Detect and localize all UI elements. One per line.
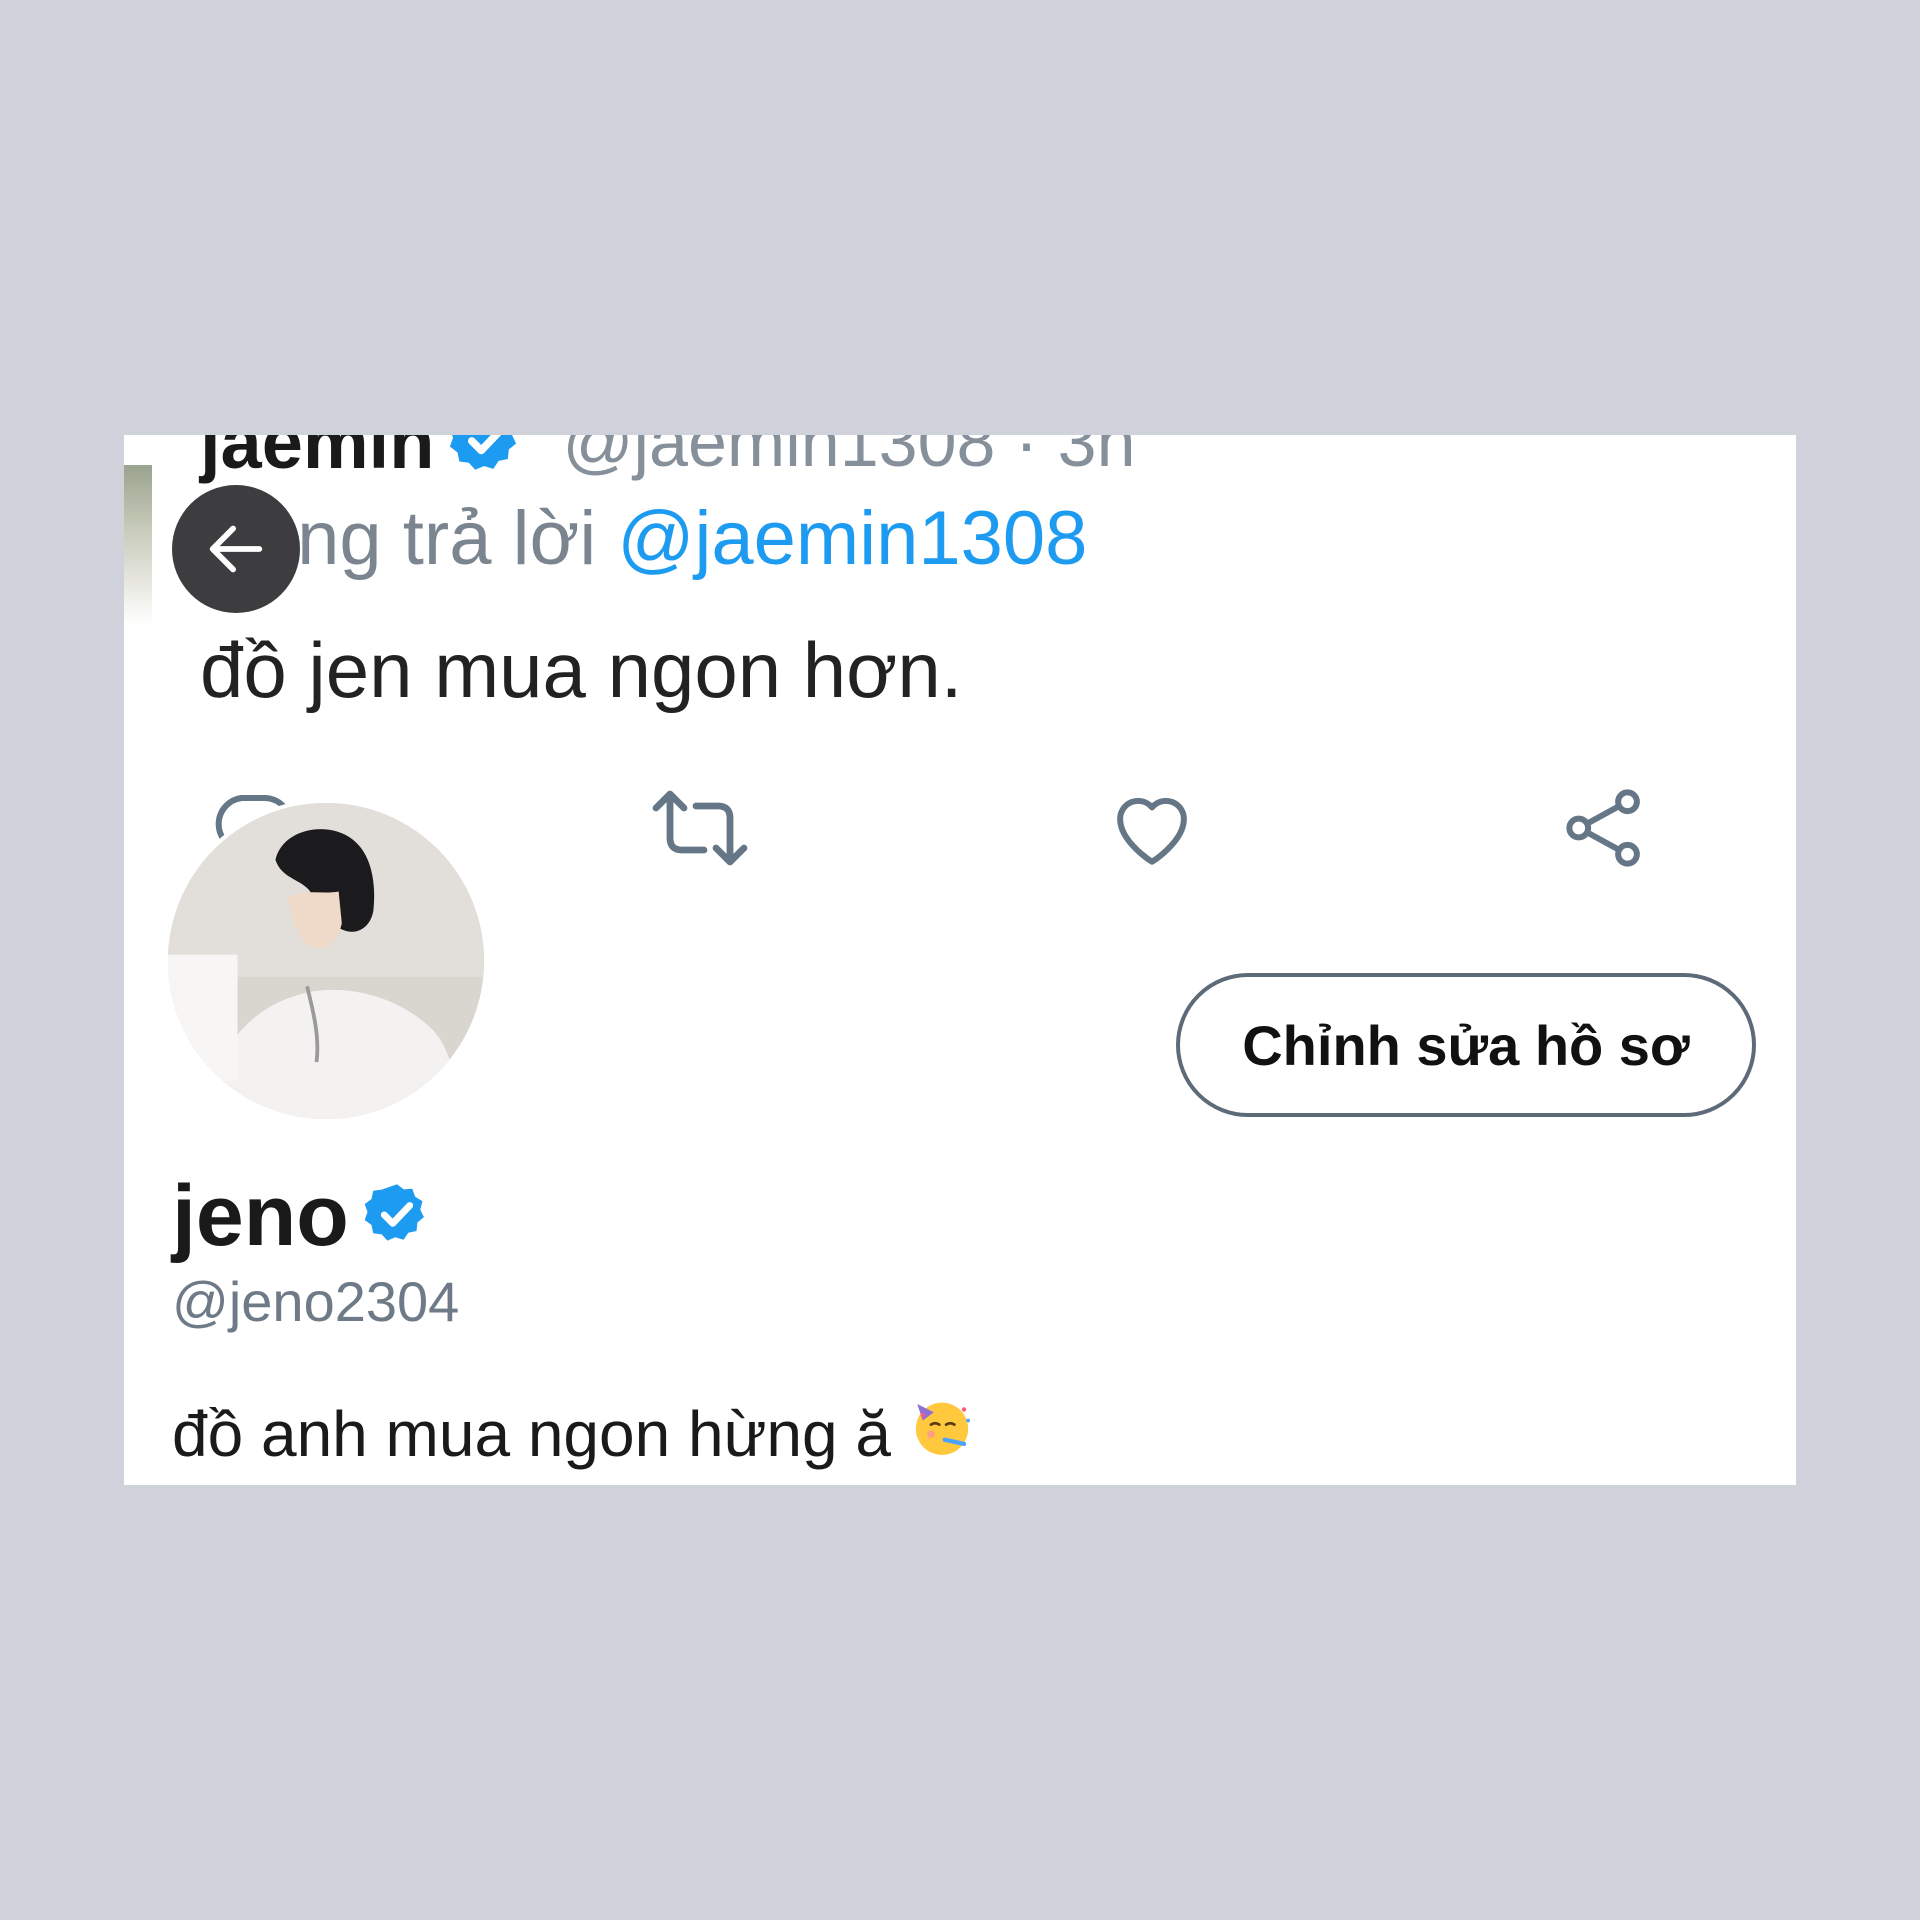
cropped-avatar-edge xyxy=(124,465,152,625)
share-icon xyxy=(1566,789,1640,867)
bio-text: đồ anh mua ngon hừng ă xyxy=(172,1397,891,1470)
tweet-text: đồ jen mua ngon hơn. xyxy=(200,626,963,714)
tweet-author-handle: @jaemin1308 · 3h xyxy=(562,435,1136,481)
profile-handle: @jeno2304 xyxy=(172,1270,460,1333)
profile-display-name: jeno xyxy=(172,1167,349,1264)
heart-icon xyxy=(1117,797,1187,865)
verified-badge-icon xyxy=(363,1180,431,1253)
profile-bio: đồ anh mua ngon hừng ă xyxy=(172,1393,975,1474)
screenshot-card: jaemin @jaemin1308 · 3h Đang trả lời @ja… xyxy=(124,435,1796,1485)
back-button[interactable] xyxy=(172,485,300,613)
like-button[interactable] xyxy=(1106,783,1198,878)
avatar-photo xyxy=(168,803,484,1119)
replying-to-line: Đang trả lời @jaemin1308 xyxy=(200,495,1087,582)
share-button[interactable] xyxy=(1560,783,1650,878)
profile-avatar[interactable] xyxy=(164,799,488,1123)
reply-mention-link[interactable]: @jaemin1308 xyxy=(617,496,1087,581)
profile-name-row: jeno xyxy=(172,1168,431,1264)
retweet-icon xyxy=(652,790,748,866)
tweet-header: jaemin @jaemin1308 · 3h xyxy=(200,435,1136,487)
verified-badge-icon xyxy=(448,435,524,483)
edit-profile-button[interactable]: Chỉnh sửa hồ sơ xyxy=(1176,973,1756,1117)
partying-face-emoji xyxy=(909,1393,975,1474)
tweet-author-name[interactable]: jaemin xyxy=(200,435,434,485)
arrow-left-icon xyxy=(209,525,263,573)
retweet-button[interactable] xyxy=(648,783,752,878)
